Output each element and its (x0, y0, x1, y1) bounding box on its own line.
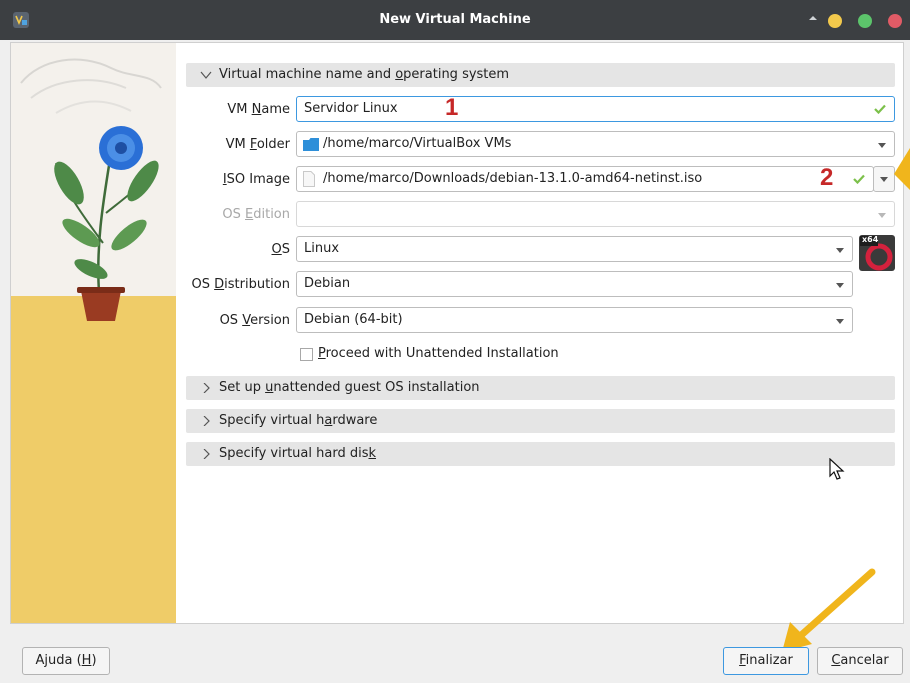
chevron-down-icon (878, 143, 886, 148)
section-unattended-label: Set up unattended guest OS installation (219, 380, 480, 395)
section-disk-header[interactable]: Specify virtual hard disk (186, 442, 895, 466)
iso-browse-button[interactable] (873, 166, 895, 192)
vm-folder-value: /home/marco/VirtualBox VMs (323, 136, 512, 151)
chevron-right-icon (203, 416, 210, 426)
os-value: Linux (304, 241, 340, 256)
finish-button[interactable]: Finalizar (723, 647, 809, 675)
annotation-1: 1 (445, 94, 459, 121)
mouse-cursor-icon (829, 458, 845, 480)
vm-name-label: VM Name (227, 102, 290, 117)
valid-check-icon (874, 104, 886, 114)
section-name-os-header[interactable]: Virtual machine name and operating syste… (186, 63, 895, 87)
wizard-content (10, 42, 904, 624)
folder-icon (303, 138, 319, 151)
os-type-icon: x64 (859, 235, 895, 271)
plant-illustration (20, 58, 162, 321)
cancel-button[interactable]: Cancelar (817, 647, 903, 675)
wizard-illustration (11, 43, 176, 623)
os-select[interactable]: Linux (296, 236, 853, 262)
os-edition-label: OS Edition (222, 207, 290, 222)
os-distribution-value: Debian (304, 276, 351, 291)
illustration-ground (11, 296, 176, 623)
os-label: OS (271, 242, 291, 257)
section-name-os-label: Virtual machine name and operating syste… (219, 67, 510, 82)
minimize-button[interactable] (828, 14, 842, 28)
os-version-value: Debian (64-bit) (304, 312, 403, 327)
vm-folder-label: VM Folder (225, 137, 290, 152)
os-distribution-label: OS Distribution (191, 277, 290, 292)
keep-above-icon[interactable] (808, 13, 818, 23)
chevron-right-icon (203, 449, 210, 459)
os-edition-select[interactable] (296, 201, 895, 227)
os-version-select[interactable]: Debian (64-bit) (296, 307, 853, 333)
annotation-2: 2 (820, 164, 834, 191)
vm-name-value: Servidor Linux (304, 101, 398, 116)
iso-image-value: /home/marco/Downloads/debian-13.1.0-amd6… (323, 171, 703, 186)
unattended-install-checkbox[interactable] (300, 348, 313, 361)
vm-name-input[interactable]: Servidor Linux (296, 96, 895, 122)
maximize-button[interactable] (858, 14, 872, 28)
valid-check-icon (853, 174, 865, 184)
window-title: New Virtual Machine (379, 12, 531, 27)
help-button[interactable]: Ajuda (H) (22, 647, 110, 675)
title-bar: New Virtual Machine (0, 0, 910, 40)
unattended-install-label[interactable]: Proceed with Unattended Installation (318, 346, 559, 361)
chevron-down-icon (880, 177, 888, 182)
chevron-down-icon (878, 213, 886, 218)
section-hardware-header[interactable]: Specify virtual hardware (186, 409, 895, 433)
chevron-down-icon (200, 71, 212, 79)
chevron-down-icon (836, 248, 844, 253)
section-disk-label: Specify virtual hard disk (219, 446, 377, 461)
vm-folder-select[interactable]: /home/marco/VirtualBox VMs (296, 131, 895, 157)
file-icon (303, 171, 315, 187)
os-version-label: OS Version (219, 313, 290, 328)
close-button[interactable] (888, 14, 902, 28)
section-hardware-label: Specify virtual hardware (219, 413, 378, 428)
chevron-down-icon (836, 319, 844, 324)
os-distribution-select[interactable]: Debian (296, 271, 853, 297)
iso-image-label: ISO Image (222, 172, 290, 187)
chevron-down-icon (836, 283, 844, 288)
section-unattended-header[interactable]: Set up unattended guest OS installation (186, 376, 895, 400)
os-type-badge: x64 (862, 235, 879, 244)
iso-image-select[interactable]: /home/marco/Downloads/debian-13.1.0-amd6… (296, 166, 874, 192)
chevron-right-icon (203, 383, 210, 393)
